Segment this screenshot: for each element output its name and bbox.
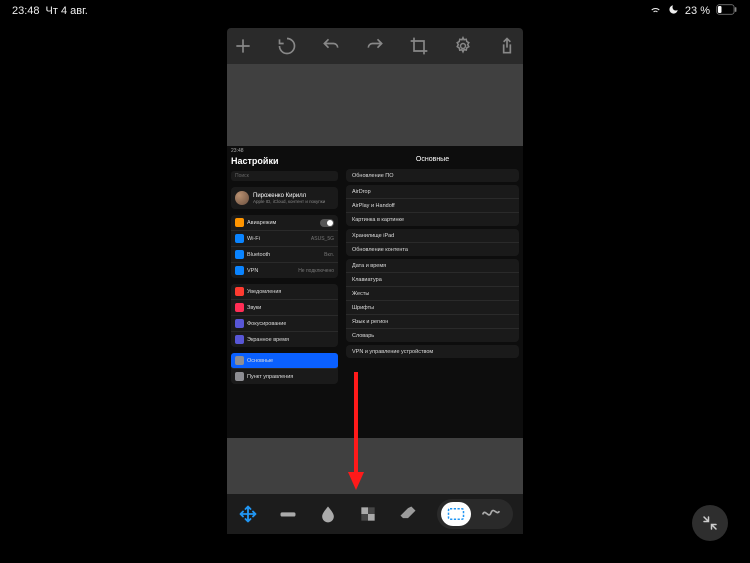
row-update: Обновление ПО bbox=[346, 169, 519, 182]
add-button[interactable] bbox=[232, 35, 254, 57]
canvas-area[interactable]: 23:48 Настройки Поиск Пироженко Кирилл A… bbox=[227, 64, 523, 494]
search-field: Поиск bbox=[231, 171, 338, 181]
airplane-toggle bbox=[320, 219, 334, 227]
profile-row: Пироженко Кирилл Apple ID, iCloud, конте… bbox=[231, 187, 338, 209]
crop-button[interactable] bbox=[408, 35, 430, 57]
avatar bbox=[235, 191, 249, 205]
row-wifi: Wi-Fi bbox=[247, 236, 260, 242]
row-screentime: Экранное время bbox=[247, 337, 289, 343]
share-button[interactable] bbox=[496, 35, 518, 57]
edited-screenshot: 23:48 Настройки Поиск Пироженко Кирилл A… bbox=[227, 146, 523, 438]
battery-text: 23 % bbox=[685, 5, 710, 17]
collapse-fab[interactable] bbox=[692, 505, 728, 541]
bottom-toolbar bbox=[227, 494, 523, 534]
dnd-moon-icon bbox=[668, 4, 679, 18]
row-bt: Bluetooth bbox=[247, 252, 270, 258]
profile-sub: Apple ID, iCloud, контент и покупки bbox=[253, 199, 325, 204]
battery-icon bbox=[716, 4, 738, 18]
row-vpn: VPN bbox=[247, 268, 258, 274]
settings-button[interactable] bbox=[452, 35, 474, 57]
undo-button[interactable] bbox=[320, 35, 342, 57]
row-notif: Уведомления bbox=[247, 289, 281, 295]
clock: 23:48 bbox=[12, 5, 40, 17]
row-sound: Звуки bbox=[247, 305, 261, 311]
settings-title: Настройки bbox=[231, 156, 338, 166]
date: Чт 4 авг. bbox=[46, 5, 88, 17]
row-airplane: Авиарежим bbox=[247, 220, 276, 226]
canvas-padding-top bbox=[227, 64, 523, 146]
shape-rect-mode[interactable] bbox=[441, 502, 471, 526]
detail-title: Основные bbox=[346, 156, 519, 163]
row-control: Пункт управления bbox=[247, 374, 293, 380]
shape-mode-segment[interactable] bbox=[437, 499, 513, 529]
editor-panel: 23:48 Настройки Поиск Пироженко Кирилл A… bbox=[227, 28, 523, 534]
inner-time: 23:48 bbox=[231, 148, 244, 154]
sidebar-group-3: Основные Пункт управления bbox=[231, 353, 338, 384]
blur-tool[interactable] bbox=[317, 502, 339, 526]
settings-sidebar: Настройки Поиск Пироженко Кирилл Apple I… bbox=[227, 146, 342, 438]
line-tool[interactable] bbox=[277, 502, 299, 526]
settings-detail: Основные Обновление ПО AirDrop AirPlay и… bbox=[342, 146, 523, 438]
redo-button[interactable] bbox=[364, 35, 386, 57]
status-right: 23 % bbox=[649, 3, 738, 19]
shape-freeform-mode[interactable] bbox=[481, 504, 501, 525]
sidebar-group-2: Уведомления Звуки Фокусирование Экранное… bbox=[231, 284, 338, 347]
row-general: Основные bbox=[247, 358, 273, 364]
device-status-bar: 23:48 Чт 4 авг. 23 % bbox=[0, 0, 750, 22]
pixelate-tool[interactable] bbox=[357, 502, 379, 526]
eraser-tool[interactable] bbox=[397, 502, 419, 526]
move-tool[interactable] bbox=[237, 502, 259, 526]
wifi-icon bbox=[649, 3, 662, 19]
top-toolbar bbox=[227, 28, 523, 64]
rotate-button[interactable] bbox=[276, 35, 298, 57]
row-focus: Фокусирование bbox=[247, 321, 286, 327]
canvas-padding-bottom bbox=[227, 438, 523, 494]
sidebar-group-1: Авиарежим Wi-FiASUS_5G BluetoothВкл. VPN… bbox=[231, 215, 338, 278]
